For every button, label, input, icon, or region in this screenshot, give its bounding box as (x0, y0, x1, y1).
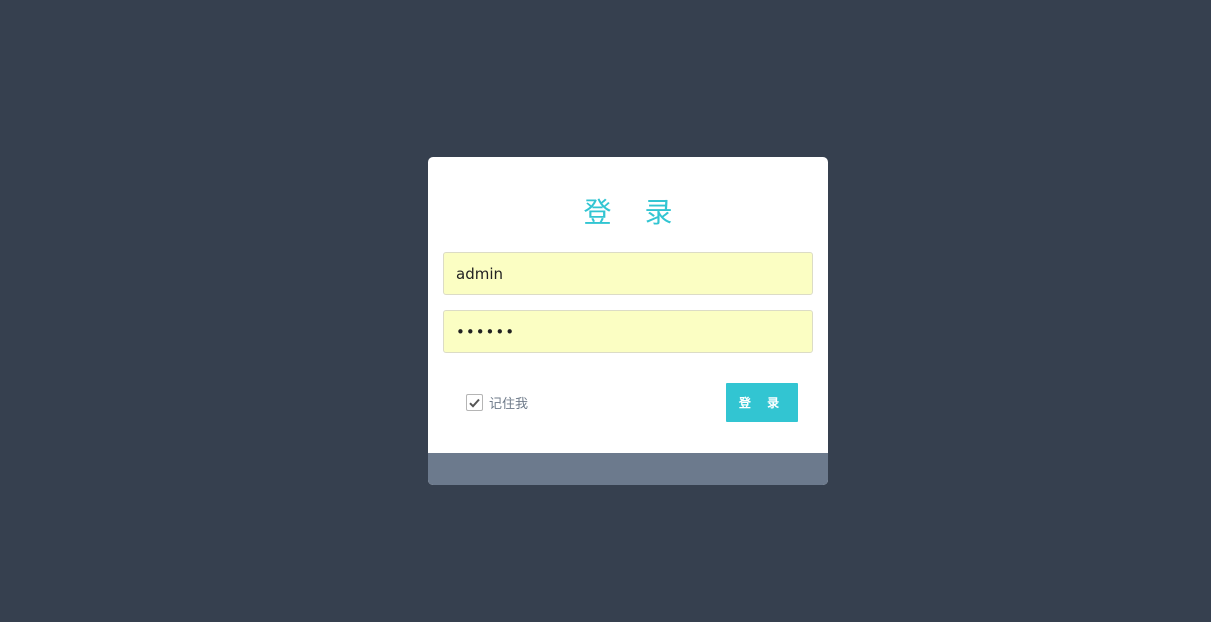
username-input[interactable] (443, 252, 813, 295)
remember-me-checkbox[interactable]: 记住我 (466, 393, 528, 412)
checkbox-box[interactable] (466, 394, 483, 411)
password-input[interactable] (443, 310, 813, 353)
login-title: 登 录 (583, 196, 685, 229)
card-footer (428, 453, 828, 485)
login-card: 登 录 记住我 登 录 (428, 157, 828, 485)
check-icon (469, 398, 480, 408)
login-button[interactable]: 登 录 (726, 383, 798, 422)
remember-me-label: 记住我 (489, 397, 529, 412)
